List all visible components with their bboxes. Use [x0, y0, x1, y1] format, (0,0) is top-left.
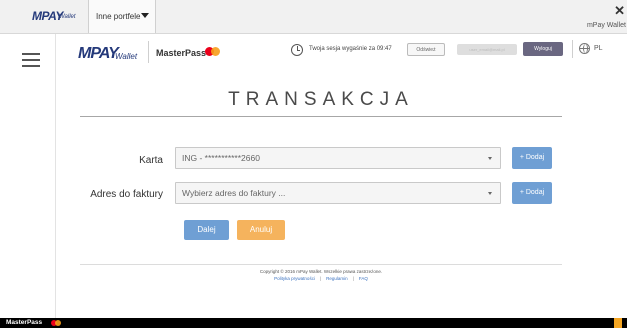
add-invoice-address-button[interactable]: + Dodaj [512, 182, 552, 204]
add-card-button[interactable]: + Dodaj [512, 147, 552, 169]
header-divider [148, 41, 149, 63]
link-separator: | [352, 276, 354, 281]
user-email: user_email@mail.pl [457, 44, 517, 55]
sidebar [0, 34, 56, 318]
hamburger-line [22, 53, 40, 55]
close-icon[interactable]: ✕ [614, 3, 625, 19]
cancel-button[interactable]: Anuluj [237, 220, 285, 240]
copyright-text: Copyright © 2016 mPay Wallet. Wszelkie p… [259, 269, 383, 274]
clock-hand [297, 50, 300, 51]
chevron-down-icon [488, 157, 492, 160]
footer-links: Polityka prywatności | Regulamin | FAQ [80, 276, 562, 281]
invoice-address-placeholder: Wybierz adres do faktury ... [182, 188, 286, 198]
corner-badge [614, 318, 622, 328]
outer-brand-label: mPay Wallet [586, 22, 626, 29]
chevron-down-icon [488, 192, 492, 195]
wallet-switcher-label: Inne portfele [96, 12, 141, 21]
logout-button[interactable]: Wyloguj [523, 42, 563, 56]
hamburger-menu-icon[interactable] [18, 50, 44, 70]
outer-mpay-logo[interactable]: MPAY Wallet [8, 0, 89, 33]
session-timer-text: Twoja sesja wygaśnie za 09:47 [309, 46, 392, 52]
terms-link[interactable]: Regulamin [326, 276, 348, 281]
hamburger-line [22, 65, 40, 67]
header-divider [572, 40, 573, 58]
outer-logo-wallet-text: Wallet [59, 14, 76, 20]
clock-icon [291, 44, 303, 56]
mpay-logo: MPAY [78, 45, 119, 62]
masterpass-yellow-circle [211, 47, 220, 56]
invoice-address-label: Adres do faktury [90, 189, 163, 200]
invoice-address-select[interactable]: Wybierz adres do faktury ... [175, 182, 501, 204]
card-select-value: ING - ***********2660 [182, 153, 260, 163]
footer-divider [80, 264, 562, 265]
refresh-session-button[interactable]: Odśwież [407, 43, 445, 56]
card-label: Karta [139, 155, 163, 166]
next-button[interactable]: Dalej [184, 220, 229, 240]
bottom-masterpass-label: MasterPass [6, 319, 43, 326]
masterpass-logo-icon [205, 47, 221, 57]
masterpass-label: MasterPass [156, 48, 207, 58]
chevron-down-icon [141, 13, 149, 18]
title-divider [80, 116, 562, 117]
hamburger-line [22, 59, 40, 61]
card-select[interactable]: ING - ***********2660 [175, 147, 501, 169]
masterpass-yellow-circle [55, 320, 61, 326]
mpay-logo-wallet: Wallet [115, 52, 138, 61]
globe-equator [580, 48, 589, 49]
bottom-masterpass-logo-icon [51, 320, 63, 327]
globe-icon[interactable] [579, 43, 590, 54]
bottom-bar [0, 318, 627, 328]
language-selector[interactable]: PL [594, 45, 603, 52]
wallet-switcher-dropdown[interactable]: Inne portfele [89, 0, 156, 33]
link-separator: | [319, 276, 322, 281]
faq-link[interactable]: FAQ [359, 276, 368, 281]
privacy-policy-link[interactable]: Polityka prywatności [274, 276, 315, 281]
page-title: TRANSAKCJA [228, 89, 414, 110]
